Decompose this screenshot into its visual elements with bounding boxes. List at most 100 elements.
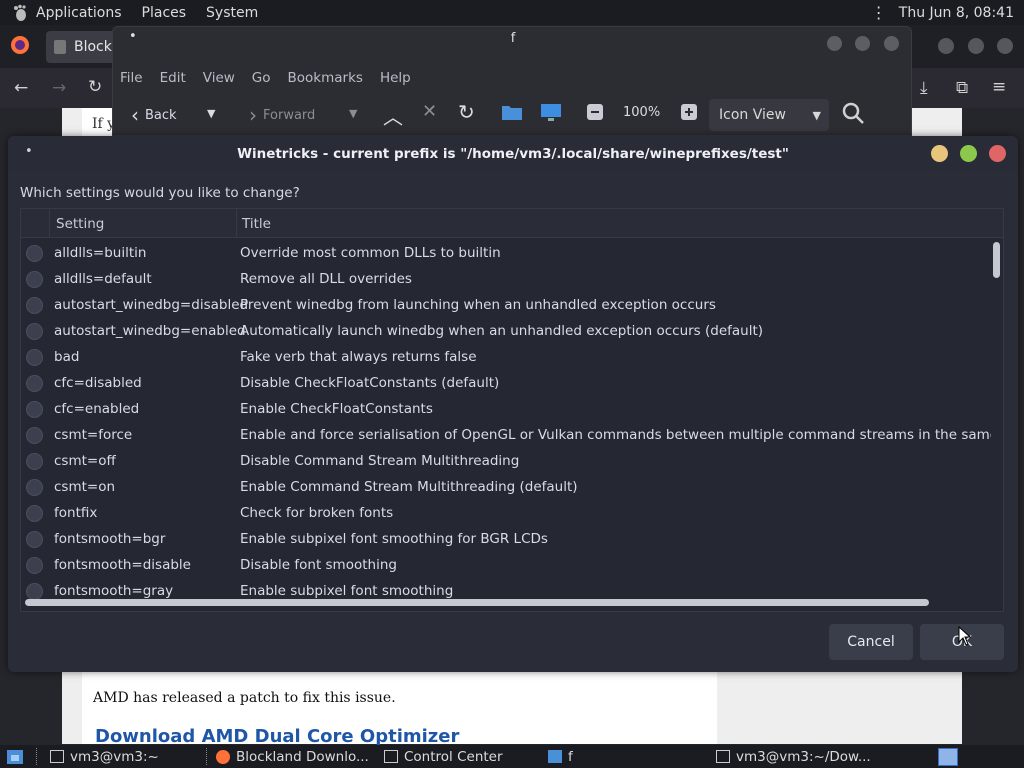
row-title: Prevent winedbg from launching when an u… (240, 297, 716, 313)
row-checkbox[interactable] (26, 427, 43, 444)
tab-favicon-icon (54, 40, 66, 54)
reload-icon[interactable]: ↻ (458, 100, 475, 124)
menu-bookmarks[interactable]: Bookmarks (288, 70, 363, 86)
taskbar-item-control-center[interactable]: Control Center (384, 745, 503, 768)
hamburger-menu-icon[interactable]: ≡ (992, 77, 1006, 97)
list-row[interactable]: cfc=disabled Disable CheckFloatConstants … (21, 370, 991, 396)
header-select-column[interactable] (21, 209, 50, 238)
list-row[interactable]: autostart_winedbg=disabled Prevent winedb… (21, 292, 991, 318)
workspace-switcher[interactable] (938, 745, 958, 768)
forward-history-dropdown-icon[interactable]: ▼ (349, 107, 357, 120)
row-checkbox[interactable] (26, 505, 43, 522)
show-desktop-icon[interactable] (6, 745, 24, 768)
list-row[interactable]: cfc=enabled Enable CheckFloatConstants (21, 396, 991, 422)
cancel-button[interactable]: Cancel (829, 624, 913, 660)
applications-menu[interactable]: Applications (36, 5, 122, 21)
list-rows: alldlls=builtin Override most common DLLs… (21, 240, 991, 600)
overflow-menu-icon[interactable]: ⋮ (871, 3, 887, 22)
row-setting: cfc=enabled (54, 401, 140, 417)
menu-edit[interactable]: Edit (160, 70, 186, 86)
view-mode-select[interactable]: Icon View ▼ (709, 99, 829, 131)
row-setting: cfc=disabled (54, 375, 142, 391)
list-row[interactable]: fontsmooth=disable Disable font smoothing (21, 552, 991, 578)
row-setting: fontsmooth=bgr (54, 531, 166, 547)
chevron-left-icon: ‹ (131, 103, 139, 127)
firefox-tab[interactable]: Blockl (46, 31, 116, 63)
row-checkbox[interactable] (26, 453, 43, 470)
home-folder-icon[interactable] (501, 103, 523, 121)
list-row[interactable]: autostart_winedbg=enabled Automatically l… (21, 318, 991, 344)
gnome-foot-icon[interactable] (10, 3, 30, 23)
stop-icon[interactable]: ✕ (422, 101, 437, 122)
row-checkbox[interactable] (26, 245, 43, 262)
row-checkbox[interactable] (26, 583, 43, 600)
top-panel: Applications Places System ⋮ Thu Jun 8, … (0, 0, 1024, 25)
horizontal-scrollbar[interactable] (25, 599, 929, 606)
clock[interactable]: Thu Jun 8, 08:41 (899, 5, 1014, 21)
fm-minimize-button[interactable] (827, 36, 842, 51)
firefox-close-button[interactable] (997, 38, 1013, 54)
download-link[interactable]: Download AMD Dual Core Optimizer (95, 726, 459, 747)
row-checkbox[interactable] (26, 323, 43, 340)
workspace-1[interactable] (938, 747, 958, 766)
zoom-in-icon[interactable] (681, 104, 697, 120)
back-history-dropdown-icon[interactable]: ▼ (207, 107, 215, 120)
row-title: Check for broken fonts (240, 505, 394, 521)
firefox-minimize-button[interactable] (938, 38, 954, 54)
dialog-maximize-button[interactable] (960, 145, 977, 162)
menu-file[interactable]: File (120, 70, 143, 86)
list-row[interactable]: fontsmooth=bgr Enable subpixel font smoot… (21, 526, 991, 552)
fm-forward-button[interactable]: › Forward (249, 103, 315, 127)
row-setting: autostart_winedbg=enabled (54, 323, 246, 339)
list-row[interactable]: alldlls=builtin Override most common DLLs… (21, 240, 991, 266)
header-setting[interactable]: Setting (50, 209, 237, 238)
row-title: Enable subpixel font smoothing (240, 583, 454, 599)
zoom-level: 100% (623, 105, 661, 120)
row-checkbox[interactable] (26, 479, 43, 496)
taskbar-item-terminal-downloads[interactable]: vm3@vm3:~/Dow... (716, 745, 871, 768)
dialog-minimize-button[interactable] (931, 145, 948, 162)
zoom-out-icon[interactable] (587, 104, 603, 120)
downloads-icon[interactable]: ⤓ (920, 78, 928, 98)
search-icon[interactable] (841, 101, 865, 125)
vertical-scrollbar[interactable] (993, 242, 1000, 278)
page-paragraph: AMD has released a patch to fix this iss… (93, 690, 396, 706)
list-row[interactable]: csmt=force Enable and force serialisation… (21, 422, 991, 448)
row-checkbox[interactable] (26, 401, 43, 418)
list-row[interactable]: fontsmooth=gray Enable subpixel font smoo… (21, 578, 991, 600)
row-checkbox[interactable] (26, 531, 43, 548)
places-menu[interactable]: Places (142, 5, 187, 21)
up-arrow-icon[interactable]: ︿ (383, 101, 403, 130)
back-arrow-icon[interactable]: ← (14, 78, 28, 98)
menu-view[interactable]: View (203, 70, 235, 86)
fm-maximize-button[interactable] (855, 36, 870, 51)
list-row[interactable]: fontfix Check for broken fonts (21, 500, 991, 526)
firefox-icon (10, 35, 30, 60)
fm-back-button[interactable]: ‹ Back (131, 103, 177, 127)
list-row[interactable]: bad Fake verb that always returns false (21, 344, 991, 370)
taskbar-item-firefox[interactable]: Blockland Downlo... (216, 745, 369, 768)
row-checkbox[interactable] (26, 349, 43, 366)
forward-arrow-icon[interactable]: → (52, 78, 66, 98)
header-title[interactable]: Title (237, 209, 1003, 238)
list-row[interactable]: alldlls=default Remove all DLL overrides (21, 266, 991, 292)
dialog-close-button[interactable] (989, 145, 1006, 162)
row-checkbox[interactable] (26, 297, 43, 314)
row-checkbox[interactable] (26, 557, 43, 574)
fm-close-button[interactable] (884, 36, 899, 51)
extensions-icon[interactable]: ⧉ (956, 78, 968, 98)
reload-icon[interactable]: ↻ (88, 77, 102, 97)
menu-help[interactable]: Help (380, 70, 411, 86)
row-checkbox[interactable] (26, 271, 43, 288)
row-checkbox[interactable] (26, 375, 43, 392)
list-row[interactable]: csmt=on Enable Command Stream Multithread… (21, 474, 991, 500)
dialog-title: Winetricks - current prefix is "/home/vm… (237, 146, 789, 162)
taskbar-item-terminal[interactable]: vm3@vm3:~ (50, 745, 159, 768)
taskbar-item-file-manager[interactable]: f (548, 745, 573, 768)
system-menu[interactable]: System (206, 5, 258, 21)
firefox-icon (216, 749, 230, 764)
firefox-maximize-button[interactable] (968, 38, 984, 54)
list-row[interactable]: csmt=off Disable Command Stream Multithre… (21, 448, 991, 474)
computer-icon[interactable] (540, 103, 562, 123)
menu-go[interactable]: Go (252, 70, 271, 86)
